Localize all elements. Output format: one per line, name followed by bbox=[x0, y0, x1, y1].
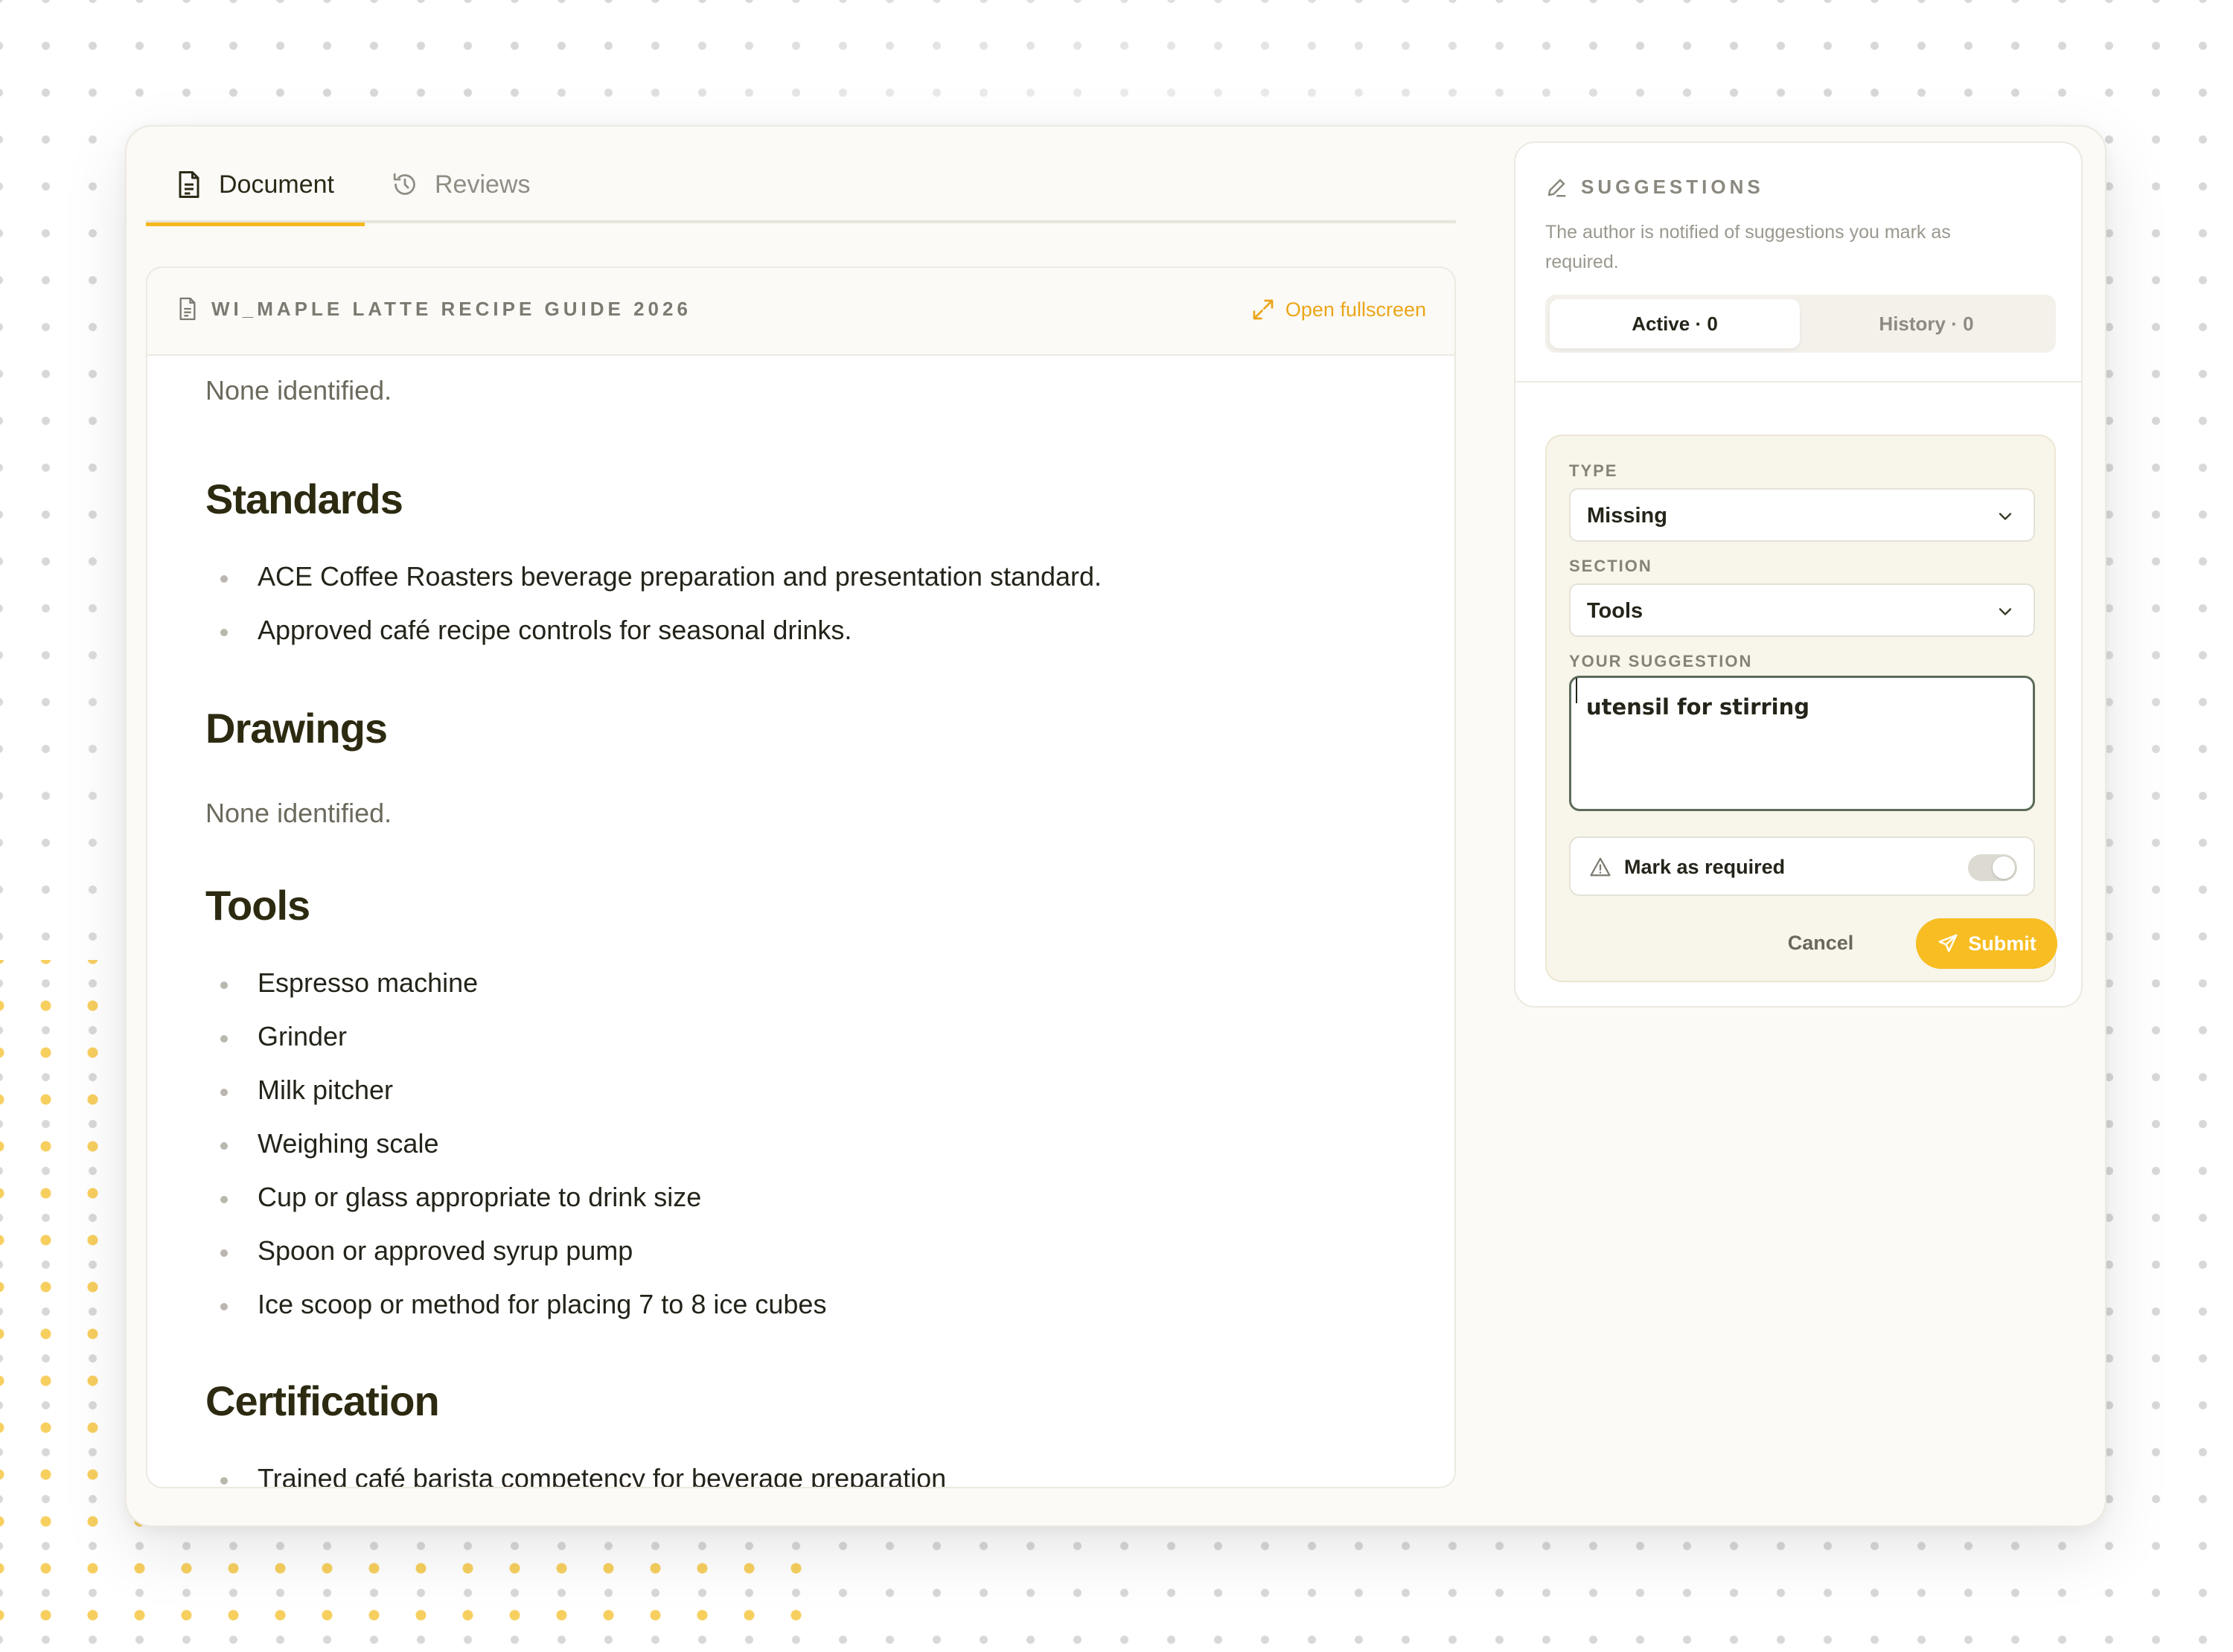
section-label: SECTION bbox=[1569, 557, 1652, 575]
certification-heading: Certification bbox=[205, 1377, 440, 1424]
open-fullscreen-label: Open fullscreen bbox=[1285, 298, 1426, 321]
tab-document[interactable]: Document bbox=[146, 146, 365, 226]
tab-document-label: Document bbox=[219, 170, 334, 199]
expand-icon bbox=[1253, 299, 1274, 320]
tab-bar: Document Reviews bbox=[146, 146, 1456, 226]
chevron-down-icon bbox=[1999, 513, 2012, 520]
suggestion-input[interactable]: utensil for stirring bbox=[1569, 676, 2035, 811]
section-select-value: Tools bbox=[1587, 599, 1643, 623]
text-caret bbox=[1576, 678, 1577, 703]
history-icon bbox=[393, 173, 415, 195]
type-select-value: Missing bbox=[1587, 504, 1667, 528]
tab-active-suggestions[interactable]: Active · 0 bbox=[1550, 299, 1800, 348]
suggestions-filter: Active · 0 History · 0 bbox=[1545, 295, 2056, 353]
open-fullscreen-button[interactable]: Open fullscreen bbox=[1251, 298, 1426, 321]
mark-required-toggle[interactable] bbox=[1968, 854, 2017, 881]
tab-history-suggestions[interactable]: History · 0 bbox=[1801, 299, 2051, 348]
suggestions-description: The author is notified of suggestions yo… bbox=[1545, 222, 1951, 272]
suggestions-panel: SUGGESTIONS The author is notified of su… bbox=[1514, 141, 2083, 1008]
document-title: WI_MAPLE LATTE RECIPE GUIDE 2026 bbox=[177, 296, 691, 321]
section-select[interactable]: Tools bbox=[1569, 583, 2035, 637]
divider bbox=[1515, 381, 2081, 382]
tab-reviews[interactable]: Reviews bbox=[392, 146, 530, 223]
tab-reviews-label: Reviews bbox=[435, 170, 531, 199]
drawings-text: None identified. bbox=[205, 798, 392, 828]
pencil-icon bbox=[1547, 179, 1566, 196]
submit-label: Submit bbox=[1968, 932, 2036, 955]
document-icon bbox=[179, 171, 199, 198]
submit-button[interactable]: Submit bbox=[1916, 918, 2057, 969]
suggestions-title-text: SUGGESTIONS bbox=[1581, 176, 1764, 198]
document-title-text: WI_MAPLE LATTE RECIPE GUIDE 2026 bbox=[211, 297, 691, 320]
suggestion-input-value: utensil for stirring bbox=[1586, 694, 1810, 720]
toggle-knob bbox=[1993, 857, 2015, 879]
send-icon bbox=[1938, 934, 1958, 953]
mark-required-row[interactable]: Mark as required bbox=[1569, 836, 2035, 896]
suggestion-label: YOUR SUGGESTION bbox=[1569, 652, 1753, 670]
tools-heading: Tools bbox=[205, 882, 310, 929]
standards-heading: Standards bbox=[205, 476, 403, 522]
document-viewer[interactable]: WI_MAPLE LATTE RECIPE GUIDE 2026 Open fu… bbox=[146, 266, 1456, 1488]
warning-icon bbox=[1590, 857, 1611, 877]
chevron-down-icon bbox=[1999, 608, 2012, 615]
suggestions-title: SUGGESTIONS bbox=[1545, 176, 1764, 199]
suggestion-form: TYPE Missing SECTION Tools YOUR SUGGESTI… bbox=[1545, 435, 2057, 982]
intro-text: None identified. bbox=[205, 375, 392, 406]
file-icon bbox=[179, 297, 196, 321]
cancel-button[interactable]: Cancel bbox=[1776, 918, 1865, 967]
drawings-heading: Drawings bbox=[205, 705, 388, 752]
type-select[interactable]: Missing bbox=[1569, 488, 2035, 542]
document-header: WI_MAPLE LATTE RECIPE GUIDE 2026 Open fu… bbox=[147, 268, 1454, 356]
type-label: TYPE bbox=[1569, 461, 1618, 480]
mark-required-label: Mark as required bbox=[1624, 856, 1786, 878]
